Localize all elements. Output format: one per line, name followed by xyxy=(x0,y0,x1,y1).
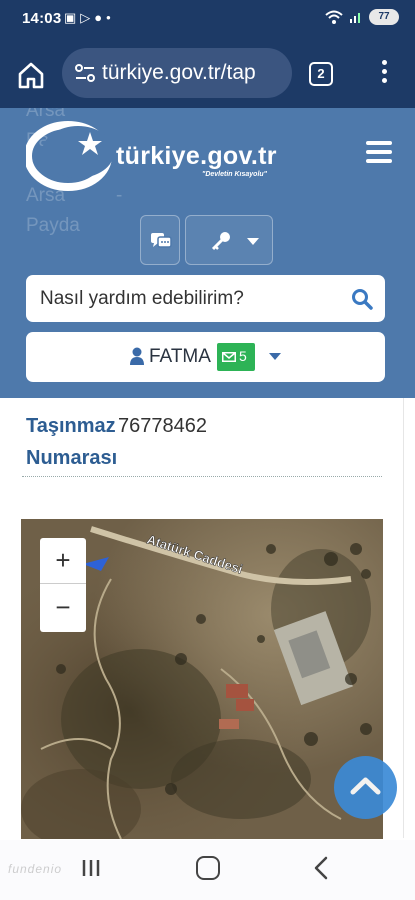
site-header: Arsa Pa Arsa - Payda türkiye.gov.tr "Dev… xyxy=(0,108,415,398)
search-box[interactable] xyxy=(26,275,385,322)
turkiye-gov-logo[interactable]: türkiye.gov.tr "Devletin Kısayolu" xyxy=(26,116,316,196)
back-icon[interactable] xyxy=(312,856,330,880)
field-value: 76778462 xyxy=(118,415,207,437)
search-icon[interactable] xyxy=(351,288,373,310)
status-time: 14:03 xyxy=(22,10,62,27)
status-bar: 14:03 ▣▷●• 77 xyxy=(0,0,415,38)
background-label: Payda xyxy=(26,215,80,236)
user-name: FATMA xyxy=(149,346,211,367)
field-label-line: Taşınmaz xyxy=(26,415,116,437)
address-bar[interactable]: türkiye.gov.tr/tap xyxy=(62,48,292,98)
site-settings-icon[interactable] xyxy=(74,63,96,83)
chevron-down-icon[interactable] xyxy=(269,353,281,360)
more-menu-icon[interactable] xyxy=(378,60,390,88)
message-count: 5 xyxy=(239,348,247,364)
status-right: 77 xyxy=(325,9,399,25)
android-nav-bar: fundenio xyxy=(0,840,415,900)
field-label: Taşınmaz Numarası xyxy=(26,410,117,474)
battery-icon: 77 xyxy=(369,9,399,25)
logo-subtext: "Devletin Kısayolu" xyxy=(202,171,267,178)
youtube-icon: ▷ xyxy=(80,10,95,25)
zoom-in-button[interactable]: + xyxy=(40,538,86,584)
url-text[interactable]: türkiye.gov.tr/tap xyxy=(102,61,256,85)
map-zoom-control: + − xyxy=(40,538,86,632)
scroll-to-top-button[interactable] xyxy=(334,756,397,819)
content-edge xyxy=(403,398,404,838)
message-badge[interactable]: 5 xyxy=(217,343,255,371)
dot-icon: • xyxy=(106,10,115,25)
status-notification-icons: ▣▷●• xyxy=(64,10,115,26)
field-label-line: Numarası xyxy=(26,447,118,469)
hamburger-menu-icon[interactable] xyxy=(366,141,392,163)
login-key-button[interactable] xyxy=(185,215,273,265)
search-input[interactable] xyxy=(40,275,340,322)
chevron-down-icon xyxy=(247,238,259,245)
home-circle-icon[interactable] xyxy=(196,856,220,880)
logo-text: türkiye.gov.tr xyxy=(116,142,277,170)
chat-button[interactable] xyxy=(140,215,180,265)
screenshot-icon: ▣ xyxy=(64,10,81,25)
home-icon[interactable] xyxy=(16,60,46,90)
chat-icon xyxy=(151,233,172,248)
signal-icon xyxy=(350,13,360,23)
divider xyxy=(22,476,382,477)
tabs-icon[interactable]: 2 xyxy=(309,62,333,86)
wifi-icon xyxy=(325,10,343,24)
recent-apps-icon[interactable] xyxy=(80,857,102,879)
browser-toolbar: türkiye.gov.tr/tap 2 xyxy=(0,38,415,108)
user-account-dropdown[interactable]: FATMA 5 xyxy=(26,332,385,382)
user-icon xyxy=(130,347,144,365)
chevron-up-icon xyxy=(350,777,381,795)
key-icon xyxy=(211,232,230,251)
zoom-out-button[interactable]: − xyxy=(40,585,86,631)
message-icon: ● xyxy=(94,10,107,25)
envelope-icon xyxy=(222,352,236,362)
logo-crescent-icon xyxy=(26,121,114,191)
watermark: fundenio xyxy=(8,862,63,876)
